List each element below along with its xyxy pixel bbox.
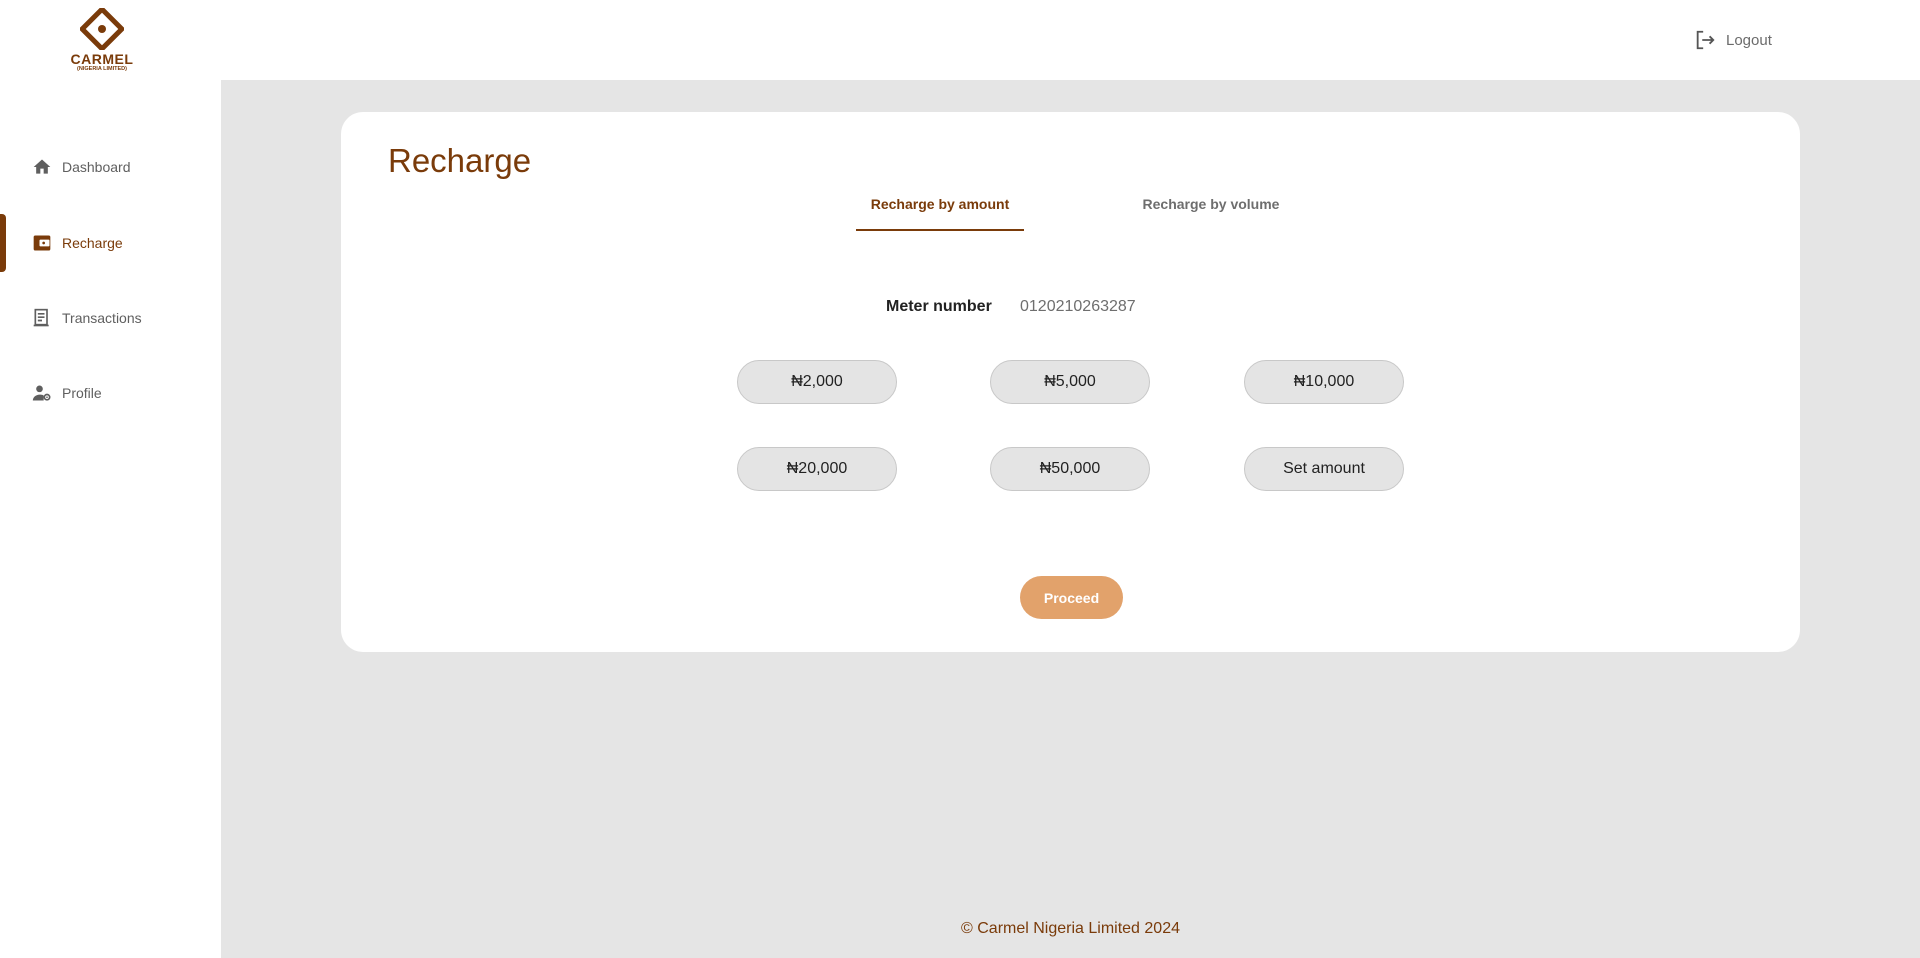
sidebar-item-profile[interactable]: Profile [0,364,221,422]
tab-recharge-by-volume[interactable]: Recharge by volume [1111,196,1311,226]
logout-button[interactable]: Logout [1694,28,1772,52]
wallet-icon [31,232,53,254]
amount-option-10000[interactable]: ₦10,000 [1244,360,1404,404]
top-header: CARMEL (NIGERIA LIMITED) Logout [0,0,1920,80]
receipt-icon [31,307,53,329]
amount-option-50000[interactable]: ₦50,000 [990,447,1150,491]
active-tab-indicator [856,229,1024,231]
home-icon [31,156,53,178]
amount-option-5000[interactable]: ₦5,000 [990,360,1150,404]
logout-label: Logout [1726,31,1772,49]
sidebar-item-label: Recharge [62,235,123,251]
logout-icon [1696,30,1715,50]
meter-number-value: 0120210263287 [1020,298,1136,315]
sidebar-item-label: Dashboard [62,159,131,175]
footer-copyright: © Carmel Nigeria Limited 2024 [961,920,1180,937]
sidebar-item-label: Transactions [62,310,142,326]
amount-option-20000[interactable]: ₦20,000 [737,447,897,491]
page-title: Recharge [388,142,532,179]
sidebar: Dashboard Recharge Transactions Profile [0,80,221,958]
sidebar-item-recharge[interactable]: Recharge [0,214,221,272]
proceed-button[interactable]: Proceed [1020,576,1123,619]
carmel-logo[interactable]: CARMEL (NIGERIA LIMITED) [70,8,134,74]
sidebar-item-label: Profile [62,385,102,401]
sidebar-item-transactions[interactable]: Transactions [0,289,221,347]
user-gear-icon [31,382,53,404]
active-indicator [0,214,6,272]
amount-option-2000[interactable]: ₦2,000 [737,360,897,404]
meter-number-label: Meter number [886,298,992,315]
recharge-card: Recharge Recharge by amount Recharge by … [341,112,1800,652]
diamond-logo-icon [80,8,124,50]
sidebar-item-dashboard[interactable]: Dashboard [0,138,221,196]
logo-name: CARMEL [70,51,134,67]
logo-subtitle: (NIGERIA LIMITED) [77,66,127,72]
tab-recharge-by-amount[interactable]: Recharge by amount [856,196,1024,226]
main-content: Recharge Recharge by amount Recharge by … [221,80,1920,958]
set-amount-button[interactable]: Set amount [1244,447,1404,491]
